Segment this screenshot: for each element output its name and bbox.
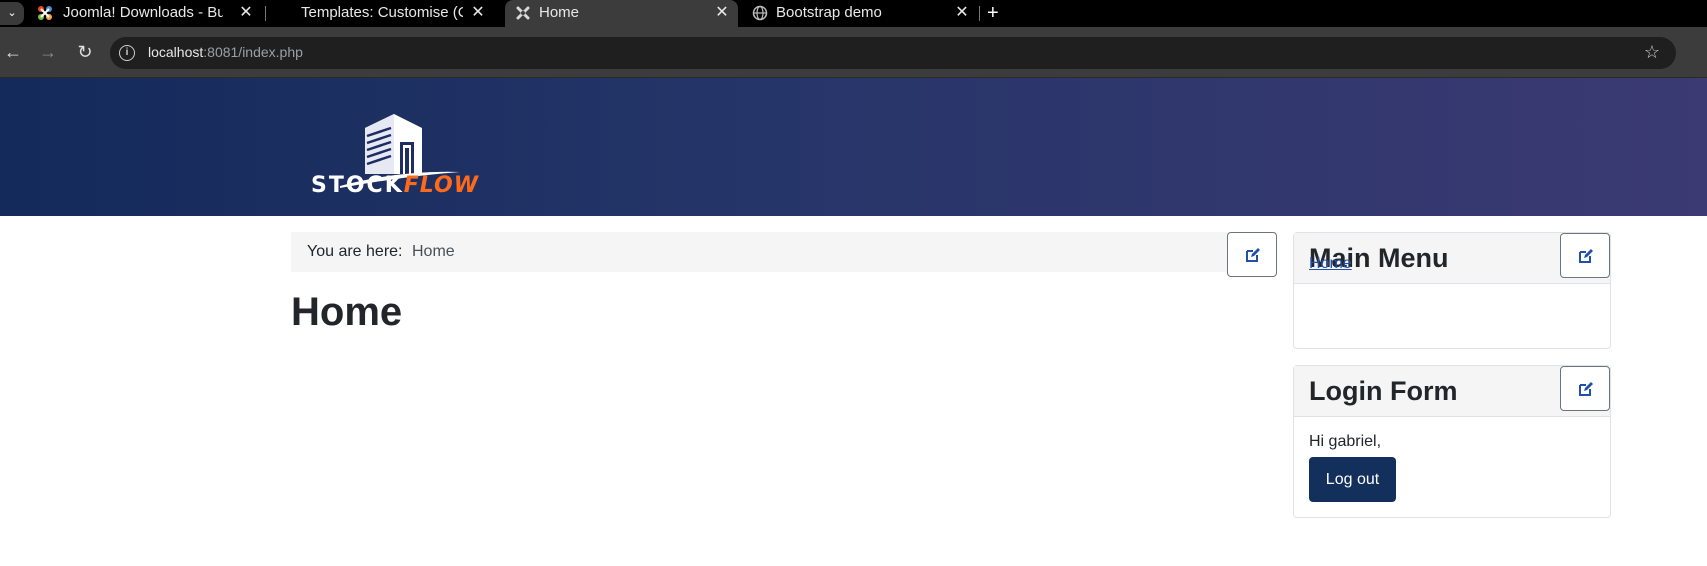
- tab-search-chevron-icon[interactable]: ⌄: [0, 2, 24, 25]
- joomla-icon: [38, 6, 52, 20]
- joomla-icon: [516, 6, 530, 20]
- edit-icon: [1246, 248, 1260, 262]
- site-header: STOCKFLOW: [0, 78, 1707, 216]
- logo-text-flow: FLOW: [403, 173, 479, 198]
- user-greeting: Hi gabriel,: [1309, 433, 1382, 450]
- bookmark-star-icon[interactable]: ☆: [1644, 42, 1660, 63]
- login-form-body: Hi gabriel, Log out: [1294, 417, 1610, 517]
- edit-icon: [1579, 249, 1593, 263]
- logout-button[interactable]: Log out: [1309, 457, 1396, 502]
- url-path: :8081/index.php: [203, 44, 303, 60]
- edit-breadcrumb-module-button[interactable]: [1227, 232, 1277, 277]
- logo-wordmark: STOCKFLOW: [311, 173, 479, 198]
- back-arrow-icon[interactable]: ←: [1, 40, 25, 64]
- url-host: localhost: [148, 44, 204, 60]
- globe-icon: [752, 5, 768, 21]
- address-bar[interactable]: i localhost:8081/index.php ☆: [110, 37, 1676, 69]
- site-info-icon[interactable]: i: [119, 45, 135, 61]
- logo-text-stock: STOCK: [311, 173, 404, 198]
- tab-home[interactable]: Home ✕: [505, 0, 738, 27]
- edit-icon: [1579, 382, 1593, 396]
- login-form-module: Login Form Hi gabriel, Log out: [1293, 365, 1611, 518]
- menu-item-home-link[interactable]: Home: [1309, 255, 1352, 273]
- tab-templates-customise[interactable]: Templates: Customise (C ✕: [270, 0, 495, 27]
- breadcrumb: You are here: Home: [291, 232, 1276, 272]
- tab-title: Home: [539, 4, 580, 21]
- tab-bootstrap-demo[interactable]: Bootstrap demo ✕: [745, 0, 975, 27]
- edit-main-menu-button[interactable]: [1560, 233, 1610, 278]
- tab-title: Bootstrap demo: [776, 4, 882, 21]
- tab-title: Joomla! Downloads - Bui: [63, 4, 223, 21]
- edit-login-form-button[interactable]: [1560, 366, 1610, 411]
- tab-separator: [265, 6, 266, 21]
- browser-toolbar: ← → ↻ i localhost:8081/index.php ☆: [0, 27, 1707, 78]
- login-form-header: Login Form: [1294, 366, 1610, 417]
- close-icon[interactable]: ✕: [715, 0, 729, 26]
- tab-joomla-downloads[interactable]: Joomla! Downloads - Bui ✕: [30, 0, 260, 27]
- main-menu-module: Main Menu Home: [1293, 232, 1611, 349]
- login-form-title: Login Form: [1309, 376, 1458, 406]
- browser-tab-strip: ⌄ Joomla! Downloads - Bui ✕ Templates: C…: [0, 0, 1707, 27]
- reload-icon[interactable]: ↻: [73, 40, 97, 64]
- page-title: Home: [291, 290, 403, 334]
- close-icon[interactable]: ✕: [239, 0, 253, 26]
- tab-title: Templates: Customise (C: [301, 4, 463, 21]
- tab-separator: [979, 6, 980, 21]
- breadcrumb-current: Home: [412, 243, 455, 260]
- close-icon[interactable]: ✕: [955, 0, 969, 26]
- forward-arrow-icon[interactable]: →: [36, 40, 60, 64]
- close-icon[interactable]: ✕: [471, 0, 485, 26]
- new-tab-button[interactable]: +: [987, 0, 999, 27]
- url-text[interactable]: localhost:8081/index.php: [148, 44, 303, 60]
- breadcrumb-prefix: You are here:: [307, 243, 403, 260]
